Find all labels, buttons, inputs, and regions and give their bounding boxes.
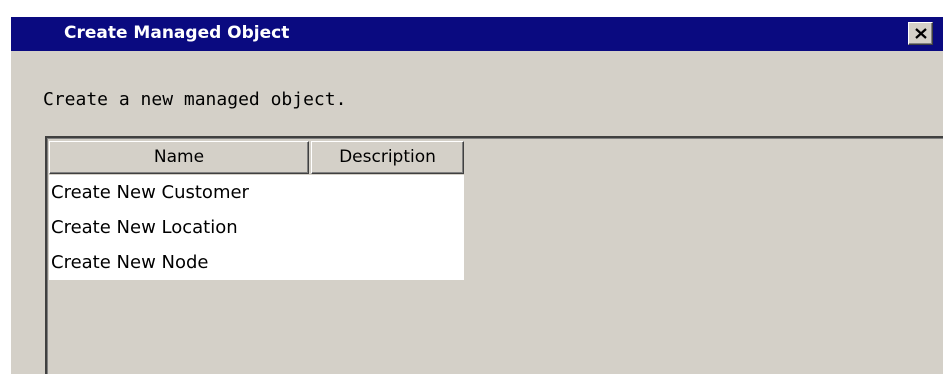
title-bar[interactable]: Create Managed Object (11, 17, 943, 51)
table-row[interactable]: Create New Location (49, 210, 464, 245)
row-name-cell: Create New Node (51, 252, 209, 273)
table-header: Name Description (49, 141, 464, 174)
close-button[interactable] (908, 22, 933, 45)
dialog-title: Create Managed Object (64, 23, 290, 43)
row-name-cell: Create New Location (51, 217, 238, 238)
close-icon (915, 28, 927, 39)
row-name-cell: Create New Customer (51, 182, 249, 203)
table-row[interactable]: Create New Customer (49, 175, 464, 210)
managed-object-table: Name Description Create New Customer Cre… (49, 141, 464, 280)
column-header-description[interactable]: Description (311, 141, 464, 174)
column-header-name[interactable]: Name (49, 141, 309, 174)
table-rows: Create New Customer Create New Location … (49, 175, 464, 280)
managed-object-list[interactable]: Name Description Create New Customer Cre… (45, 136, 943, 374)
table-row[interactable]: Create New Node (49, 245, 464, 280)
create-managed-object-dialog: Create Managed Object Create a new manag… (10, 16, 943, 374)
dialog-description: Create a new managed object. (43, 89, 347, 110)
